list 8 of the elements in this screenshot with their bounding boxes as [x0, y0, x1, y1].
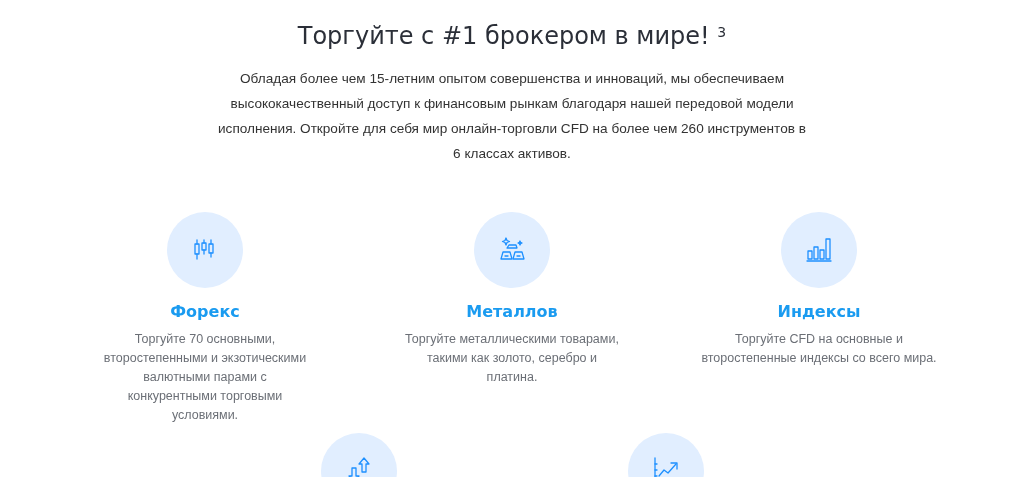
feature-description: Торгуйте CFD на основные и второстепенные индексы со всего мира.	[700, 331, 938, 367]
feature-title: Металлов	[466, 301, 558, 323]
feature-description: Торгуйте 70 основными, второстепенными и экзотическими валютными парами с конкурентными торговыми условиями.	[102, 331, 308, 424]
intro-paragraph: Обладая более чем 15-летним опытом совершенства и инноваций, мы обеспечиваем высококачественный доступ к финансовым рынкам благодаря нашей передовой модели исполнения. Откройте для себя мир онлайн-торговли CFD на более чем 260 инструментов в 6 классах активов.	[217, 70, 807, 163]
feature-title: Форекс	[170, 301, 240, 323]
heading: Торгуйте с #1 брокером в мире! $^{3}$	[296, 21, 728, 52]
feature-title: Индексы	[777, 301, 861, 323]
feature-description: Торгуйте металлическими товарами, такими как золото, серебро и платина.	[404, 331, 620, 386]
